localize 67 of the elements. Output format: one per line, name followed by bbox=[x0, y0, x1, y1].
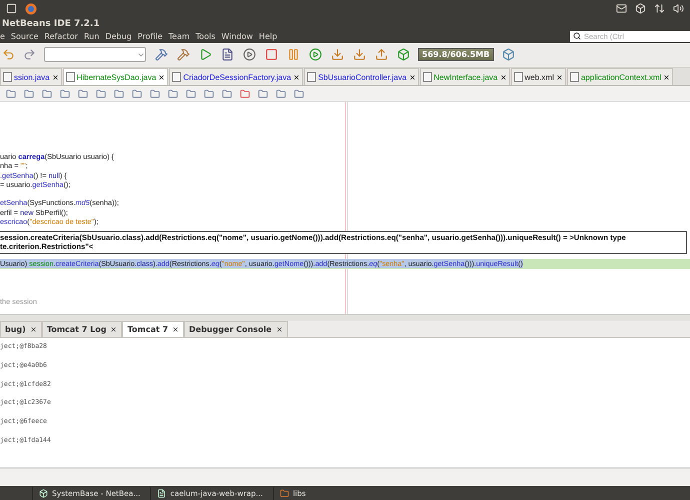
configuration-dropdown[interactable] bbox=[44, 47, 146, 62]
tab-label: CriadorDeSessionFactory.java bbox=[183, 72, 292, 82]
tab-label: HibernateSysDao.java bbox=[76, 72, 156, 82]
menu-item[interactable]: Profile bbox=[138, 32, 162, 41]
browser-icon[interactable] bbox=[25, 2, 37, 15]
file-icon bbox=[3, 72, 12, 82]
editor-tab[interactable]: applicationContext.xml bbox=[566, 68, 674, 86]
editor-tab[interactable]: CriadorDeSessionFactory.java bbox=[169, 68, 304, 86]
terminal-icon[interactable] bbox=[6, 3, 17, 14]
tab-label: NewInterface.java bbox=[434, 72, 498, 82]
close-icon[interactable] bbox=[30, 326, 37, 334]
tab-label: web.xml bbox=[524, 72, 554, 82]
memory-meter[interactable]: 569.8/606.5MB bbox=[418, 48, 494, 62]
output-tab[interactable]: Tomcat 7 bbox=[122, 321, 184, 338]
file-icon bbox=[422, 72, 432, 82]
volume-icon[interactable] bbox=[673, 3, 684, 14]
code-editor[interactable] bbox=[0, 102, 690, 314]
menu-item[interactable]: Team bbox=[168, 32, 190, 41]
menu-item[interactable]: e bbox=[0, 32, 5, 41]
menu-item[interactable]: Source bbox=[10, 32, 38, 41]
tab-label: Tomcat 7 Log bbox=[46, 325, 106, 334]
tab-label: Tomcat 7 bbox=[127, 325, 168, 334]
tab-label: applicationContext.xml bbox=[580, 72, 662, 82]
close-icon[interactable] bbox=[500, 74, 507, 81]
menu-item[interactable]: Run bbox=[84, 32, 100, 41]
file-icon bbox=[514, 72, 523, 82]
file-icon bbox=[66, 72, 75, 82]
close-icon[interactable] bbox=[158, 74, 166, 81]
hammer-icon[interactable] bbox=[154, 48, 168, 62]
mail-icon[interactable] bbox=[616, 3, 627, 14]
close-icon[interactable] bbox=[663, 74, 670, 81]
file-icon bbox=[570, 72, 579, 82]
tab-label: bug) bbox=[5, 325, 26, 334]
redo-icon[interactable] bbox=[23, 48, 36, 62]
network-icon[interactable] bbox=[654, 3, 665, 14]
close-icon[interactable] bbox=[110, 326, 118, 334]
window-title: NetBeans IDE 7.2.1 bbox=[2, 18, 100, 29]
close-icon[interactable] bbox=[408, 74, 416, 81]
close-icon[interactable] bbox=[293, 74, 300, 81]
output-tab[interactable]: Tomcat 7 Log bbox=[42, 321, 122, 338]
file-icon bbox=[172, 72, 182, 82]
run-icon[interactable] bbox=[198, 48, 212, 62]
editor-tab[interactable]: web.xml bbox=[510, 68, 566, 86]
output-tab[interactable]: Debugger Console bbox=[184, 321, 288, 338]
undo-icon[interactable] bbox=[2, 48, 15, 62]
close-icon[interactable] bbox=[172, 326, 180, 334]
editor-tab[interactable]: ssion.java bbox=[0, 68, 62, 86]
tab-label: ssion.java bbox=[14, 72, 50, 82]
editor-tab[interactable]: NewInterface.java bbox=[420, 68, 510, 86]
pause-icon[interactable] bbox=[286, 48, 300, 62]
output-tab[interactable]: bug) bbox=[0, 321, 42, 338]
menu-item[interactable]: Refactor bbox=[44, 32, 78, 41]
menu-item[interactable]: Tools bbox=[196, 32, 216, 41]
editor-tab[interactable]: HibernateSysDao.java bbox=[62, 68, 168, 86]
tab-label: SbUsuarioController.java bbox=[318, 72, 407, 82]
app-icon bbox=[39, 488, 48, 498]
close-icon[interactable] bbox=[556, 74, 563, 81]
close-icon[interactable] bbox=[52, 74, 59, 81]
menu-item[interactable]: Window bbox=[221, 32, 253, 41]
menu-item[interactable]: Help bbox=[258, 32, 278, 41]
menu-item[interactable]: Debug bbox=[105, 32, 132, 41]
close-icon[interactable] bbox=[276, 326, 283, 334]
file-icon bbox=[307, 72, 316, 82]
editor-tab[interactable]: SbUsuarioController.java bbox=[304, 68, 419, 86]
tab-label: Debugger Console bbox=[189, 325, 272, 334]
folder-icon bbox=[280, 488, 289, 498]
document-icon bbox=[157, 488, 166, 498]
